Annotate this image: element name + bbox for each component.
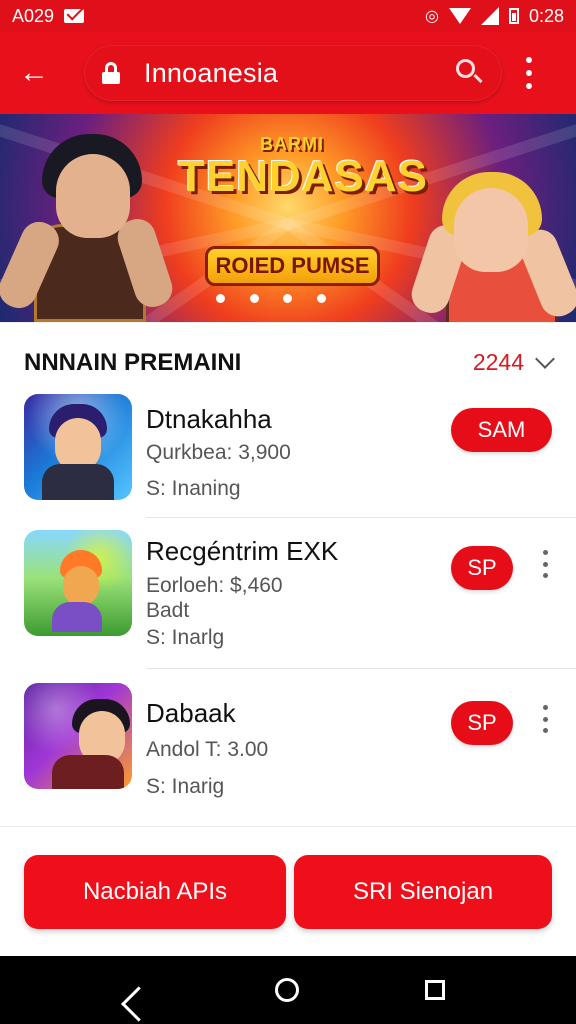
app-thumbnail xyxy=(24,530,132,636)
app-thumbnail xyxy=(24,683,132,789)
section-count: 2244 xyxy=(472,349,524,375)
search-bar[interactable]: Innoanesia xyxy=(84,45,502,101)
app-subtitle: Qurkbea: 3,900 xyxy=(146,441,291,464)
system-navigation-bar xyxy=(0,956,576,1024)
more-options-icon[interactable] xyxy=(522,57,536,89)
app-subtitle: Eorloeh: $,460 xyxy=(146,574,283,597)
carousel-dot[interactable] xyxy=(283,294,293,303)
status-bar: A029 ◎ 0:28 xyxy=(0,0,576,32)
divider xyxy=(146,668,576,669)
search-input[interactable]: Innoanesia xyxy=(144,58,456,89)
primary-action-button[interactable]: Nacbiah APIs xyxy=(24,855,286,929)
carousel-dot[interactable] xyxy=(316,294,326,303)
signal-icon xyxy=(480,7,499,25)
banner-hero-left-illustration xyxy=(0,126,188,322)
search-icon[interactable] xyxy=(456,59,484,87)
lock-icon xyxy=(102,62,120,84)
app-action-button[interactable]: SP xyxy=(451,701,513,745)
app-subtitle: Andol T: 3.00 xyxy=(146,738,269,761)
more-options-icon[interactable] xyxy=(540,705,550,733)
battery-icon xyxy=(508,8,519,24)
bottom-actions: Nacbiah APIs SRI Sienojan xyxy=(0,826,576,956)
app-status: S: Inaning xyxy=(146,477,241,500)
app-meta: Badt xyxy=(146,599,190,622)
section-title: NNNAIN PREMAINI xyxy=(24,348,242,376)
app-name: Dabaak xyxy=(146,698,236,728)
carousel-dot[interactable] xyxy=(216,294,225,303)
secondary-action-button[interactable]: SRI Sienojan xyxy=(294,855,552,929)
app-bar: ← Innoanesia xyxy=(0,32,576,114)
nav-back-icon[interactable] xyxy=(131,979,149,1001)
alarm-icon: ◎ xyxy=(424,8,439,25)
banner-hero-right-illustration xyxy=(396,126,576,322)
app-action-button[interactable]: SP xyxy=(451,546,513,590)
section-header: NNNAIN PREMAINI 2244 xyxy=(0,322,576,402)
more-options-icon[interactable] xyxy=(540,550,550,578)
nav-recents-icon[interactable] xyxy=(425,980,445,1000)
banner-subtitle: ROIED PUMSE xyxy=(205,246,380,286)
back-arrow-icon[interactable]: ← xyxy=(14,53,54,93)
status-left-text: A029 xyxy=(12,5,55,26)
app-action-button[interactable]: SAM xyxy=(451,408,552,452)
carousel-indicators[interactable] xyxy=(216,294,326,303)
divider xyxy=(146,517,576,518)
app-status: S: Inarlg xyxy=(146,626,225,649)
app-name: Dtnakahha xyxy=(146,404,272,434)
app-name: Recgéntrim EXK xyxy=(146,536,339,566)
carousel-dot[interactable] xyxy=(249,294,259,303)
banner-main-title: TENDASAS xyxy=(178,152,429,201)
hero-banner[interactable]: BARMI TENDASAS ROIED PUMSE xyxy=(0,114,576,322)
app-thumbnail xyxy=(24,394,132,500)
status-time: 0:28 xyxy=(528,5,564,26)
chevron-down-icon[interactable] xyxy=(535,348,555,369)
app-status: S: Inarig xyxy=(146,775,225,798)
nav-home-icon[interactable] xyxy=(275,978,299,1002)
mail-icon xyxy=(64,9,85,23)
wifi-icon xyxy=(448,8,471,24)
